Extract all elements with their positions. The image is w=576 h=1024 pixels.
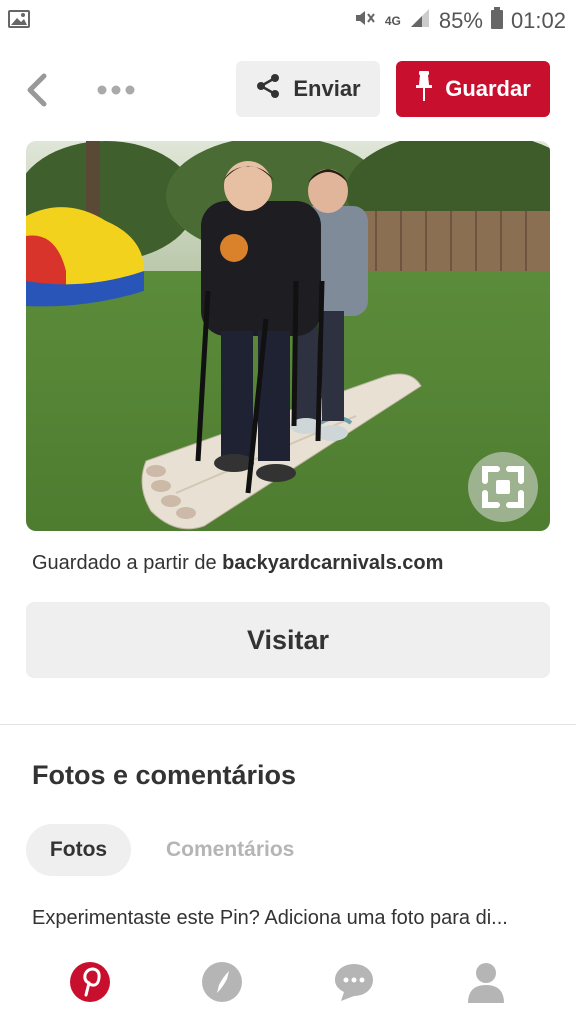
network-type: 4G	[384, 14, 401, 28]
more-dots-icon[interactable]	[94, 80, 138, 100]
share-button[interactable]: Enviar	[236, 61, 380, 117]
tab-comments[interactable]: Comentários	[166, 838, 294, 862]
explore-compass-icon[interactable]	[200, 960, 244, 1004]
save-label: Guardar	[445, 76, 531, 101]
tab-photos[interactable]: Fotos	[26, 824, 131, 876]
mute-icon	[353, 7, 377, 35]
share-label: Enviar	[293, 76, 361, 101]
status-bar: 4G 85% 01:02	[0, 0, 576, 42]
pin-icon	[415, 70, 433, 108]
expand-image-icon[interactable]	[468, 452, 538, 522]
battery-icon	[490, 7, 503, 35]
save-button[interactable]: Guardar	[396, 61, 550, 117]
saved-from-prefix: Guardado a partir de	[32, 552, 223, 574]
image-icon	[8, 9, 30, 34]
section-divider	[0, 724, 576, 725]
messages-icon[interactable]	[332, 960, 376, 1004]
section-title: Fotos e comentários	[32, 760, 297, 790]
profile-icon[interactable]	[464, 960, 508, 1004]
share-icon	[255, 73, 281, 105]
back-arrow-icon[interactable]	[22, 70, 52, 110]
signal-icon	[409, 7, 431, 35]
add-photo-prompt: Experimentaste este Pin? Adiciona uma fo…	[32, 907, 508, 929]
visit-label: Visitar	[246, 624, 330, 655]
clock: 01:02	[510, 8, 566, 33]
tab-photos-label: Fotos	[49, 838, 108, 861]
source-link[interactable]: backyardcarnivals.com	[222, 552, 443, 574]
bottom-nav	[0, 946, 576, 1024]
visit-button[interactable]: Visitar	[26, 602, 550, 678]
pin-top-bar: Enviar Guardar	[0, 60, 576, 120]
home-pinterest-icon[interactable]	[68, 960, 112, 1004]
saved-from-text: Guardado a partir de backyardcarnivals.c…	[32, 552, 443, 575]
battery-percent: 85%	[438, 8, 483, 33]
